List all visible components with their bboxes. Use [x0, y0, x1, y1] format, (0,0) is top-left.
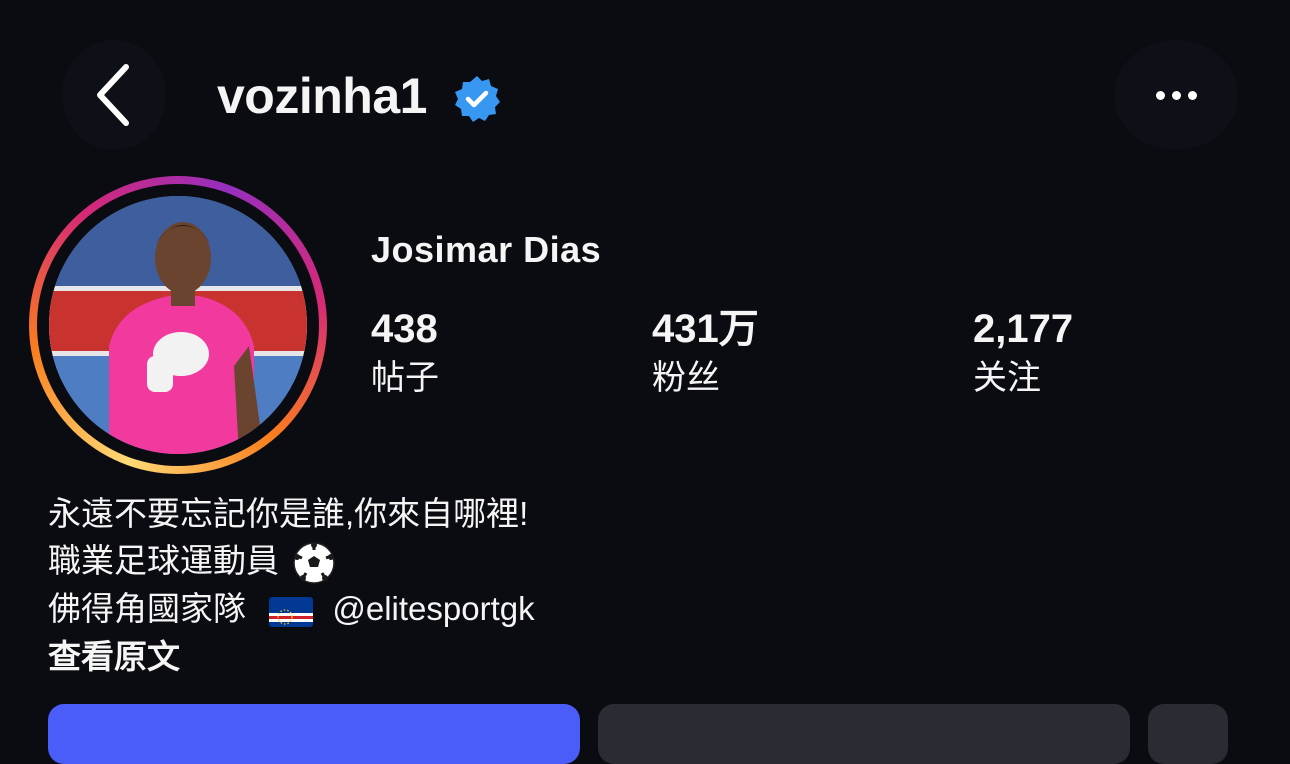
bio-line-3: 佛得角國家隊 @elitesportgk: [48, 585, 535, 632]
stat-posts-value: 438: [371, 307, 438, 351]
verified-badge-icon: [455, 76, 500, 122]
bio-line-2-text: 職業足球運動員: [48, 542, 279, 579]
message-button[interactable]: [598, 704, 1130, 764]
see-original-link[interactable]: 查看原文: [48, 633, 535, 680]
bio-line-1: 永遠不要忘記你是誰,你來自哪裡!: [48, 495, 529, 532]
bio-line-2: 職業足球運動員: [48, 537, 535, 585]
stat-followers-value: 431万: [652, 307, 759, 351]
profile-avatar-story-ring[interactable]: [29, 176, 327, 474]
profile-full-name: Josimar Dias: [371, 229, 602, 270]
stat-following-label: 关注: [973, 359, 1041, 397]
avatar: [49, 196, 307, 454]
follow-button[interactable]: [48, 704, 580, 764]
bio-line-3-text: 佛得角國家隊: [48, 590, 246, 628]
more-options-button[interactable]: [1114, 40, 1238, 150]
profile-username: vozinha1: [217, 68, 427, 124]
bio-mention-link[interactable]: @elitesportgk: [332, 590, 534, 627]
cape-verde-flag-icon: [269, 596, 314, 627]
stat-posts-label: 帖子: [371, 359, 439, 397]
stat-following-value: 2,177: [973, 307, 1074, 351]
stat-followers-label: 粉丝: [652, 359, 720, 397]
stat-following[interactable]: 2,177 关注: [973, 305, 1073, 401]
stat-followers[interactable]: 431万 粉丝: [652, 305, 759, 401]
profile-bio: 永遠不要忘記你是誰,你來自哪裡! 職業足球運動員 佛得角國家隊 @elitesp…: [48, 490, 535, 680]
ellipsis-horizontal-icon: [1155, 90, 1165, 100]
back-button[interactable]: [62, 40, 166, 150]
profile-header: vozinha1: [0, 0, 1290, 190]
suggested-accounts-button[interactable]: [1148, 704, 1228, 764]
chevron-left-icon: [97, 64, 129, 126]
stat-posts[interactable]: 438 帖子: [371, 305, 439, 401]
soccer-ball-icon: [293, 542, 335, 585]
